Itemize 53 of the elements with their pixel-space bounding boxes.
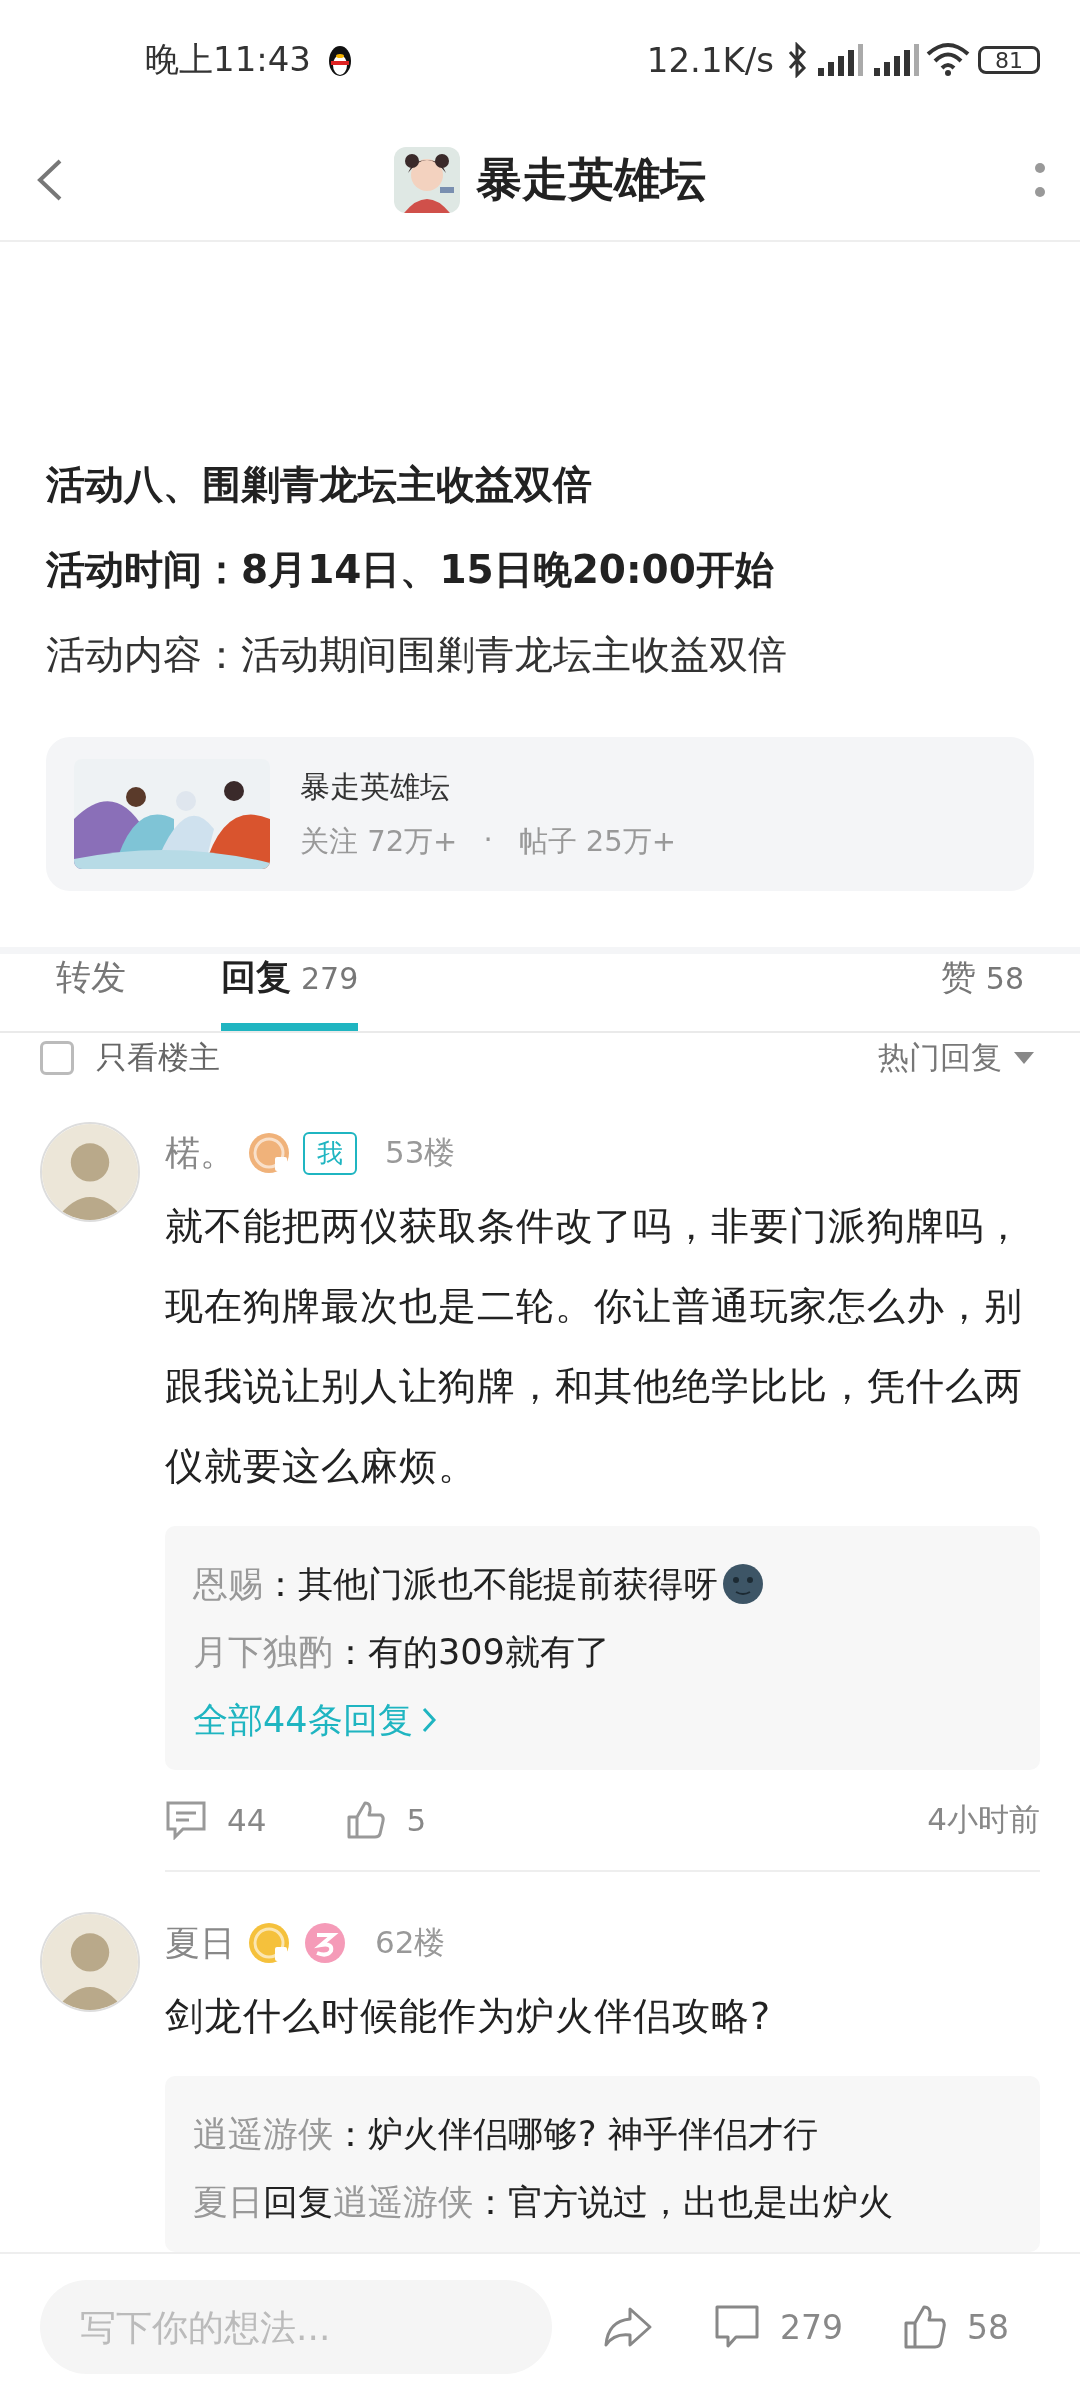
post-text: 活动时间：8月14日、15日晚20:00开始 (46, 546, 775, 594)
follower-count: 关注 72万+ (300, 822, 458, 860)
reply-author[interactable]: 恩赐 (193, 1550, 263, 1618)
tab[interactable]: 转发 (56, 954, 126, 1032)
network-speed: 12.1K/s (646, 40, 774, 80)
forum-title: 暴走英雄坛 (476, 151, 706, 208)
forum-card[interactable]: 暴走英雄坛 关注 72万+ · 帖子 25万+ (46, 737, 1034, 891)
clock: 晚上11:43 (145, 38, 311, 81)
like-count: 5 (406, 1802, 427, 1838)
view-all-replies-link[interactable]: 全部44条回复 (193, 1686, 437, 1754)
checkbox[interactable] (40, 1040, 74, 1075)
tab[interactable]: 赞 58 (940, 954, 1024, 1032)
thumbs-up-icon[interactable] (903, 2304, 947, 2350)
comment-icon[interactable] (165, 1800, 207, 1840)
tab[interactable]: 回复 279 (221, 954, 359, 1032)
comment-text: 剑龙什么时候能作为炉火伴侣攻略? (165, 1993, 773, 2040)
like-count: 58 (967, 2307, 1009, 2347)
username[interactable]: 楉。 (165, 1129, 235, 1177)
reply-count: 44 (227, 1802, 267, 1838)
floor-number: 53楼 (385, 1133, 456, 1172)
reply-target[interactable]: 逍遥游侠 (333, 2168, 473, 2236)
reply-author[interactable]: 月下独酌 (193, 1618, 333, 1686)
comment-icon[interactable] (714, 2304, 760, 2350)
chevron-icon (420, 1706, 437, 1734)
username[interactable]: 夏日 (165, 1919, 235, 1967)
sort-dropdown[interactable]: 热门回复 (872, 1035, 1040, 1080)
separator-dot: · (483, 821, 493, 858)
thumbs-up-icon[interactable] (346, 1800, 387, 1840)
reply-verb: 回复 (263, 2181, 333, 2224)
reply-author[interactable]: 夏日 (193, 2168, 263, 2236)
reply-text: ：其他门派也不能提前获得呀 (263, 1563, 718, 1606)
post-text: 活动内容：活动期间围剿青龙坛主收益双倍 (46, 631, 788, 679)
moon-face-icon (722, 1563, 764, 1605)
post-text: 活动八、围剿青龙坛主收益双倍 (46, 461, 593, 509)
bluetooth-icon (786, 42, 808, 78)
comment-text: 就不能把两仪获取条件改了吗，非要门派狗牌吗，现在狗牌最次也是二轮。你让普通玩家怎么办，别跟我说让别人让狗牌，和其他绝学比比，凭什么两仪就要这么麻烦。 (165, 1203, 1024, 1490)
comment-count: 279 (780, 2307, 843, 2347)
filter-label: 只看楼主 (96, 1037, 220, 1077)
post-count: 帖子 25万+ (518, 822, 677, 860)
reply-text: ：有的309就有了 (333, 1631, 610, 1674)
me-tag: 我 (303, 1131, 357, 1175)
reply-text: ：炉火伴侣哪够? 神乎伴侣才行 (333, 2113, 818, 2156)
forum-name: 暴走英雄坛 (300, 767, 451, 806)
battery-indicator: 81 (978, 46, 1040, 74)
caret-icon (1014, 1051, 1034, 1064)
timestamp: 4小时前 (927, 1800, 1040, 1839)
floor-number: 62楼 (375, 1923, 446, 1962)
comment-input[interactable]: 写下你的想法... (40, 2280, 552, 2374)
wifi-icon (926, 42, 970, 78)
reply-author[interactable]: 逍遥游侠 (193, 2100, 333, 2168)
share-icon[interactable] (602, 2305, 654, 2349)
swirl-badge-icon (303, 1921, 347, 1965)
reply-text: ：官方说过，出也是出炉火 (473, 2181, 893, 2224)
